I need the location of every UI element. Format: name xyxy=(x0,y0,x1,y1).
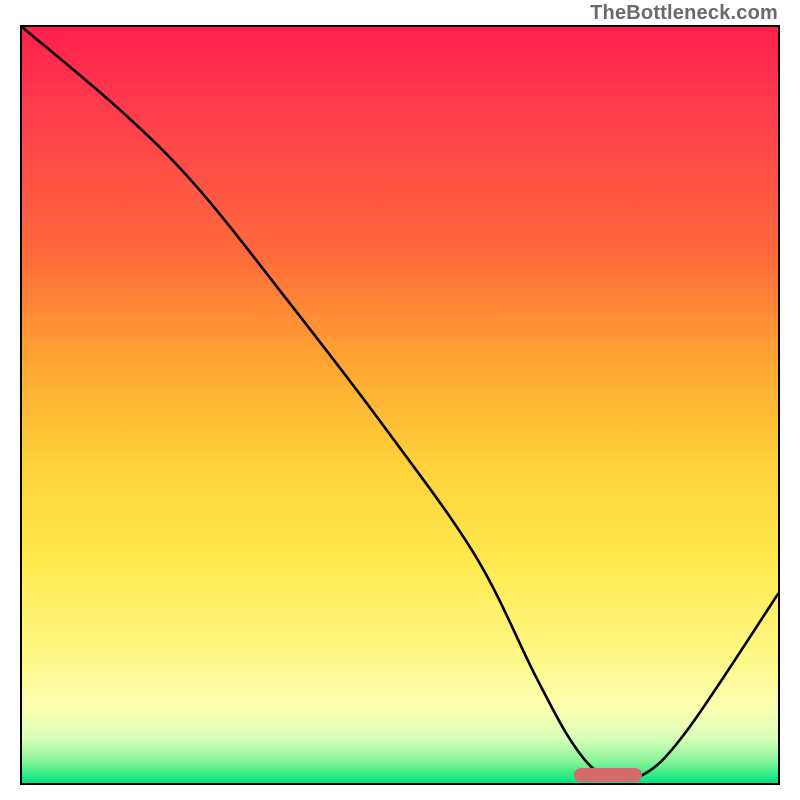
watermark-text: TheBottleneck.com xyxy=(590,2,778,25)
bottleneck-curve xyxy=(22,27,778,783)
optimal-range-marker xyxy=(574,768,642,782)
chart-canvas: TheBottleneck.com xyxy=(0,0,800,800)
plot-area xyxy=(20,25,780,785)
